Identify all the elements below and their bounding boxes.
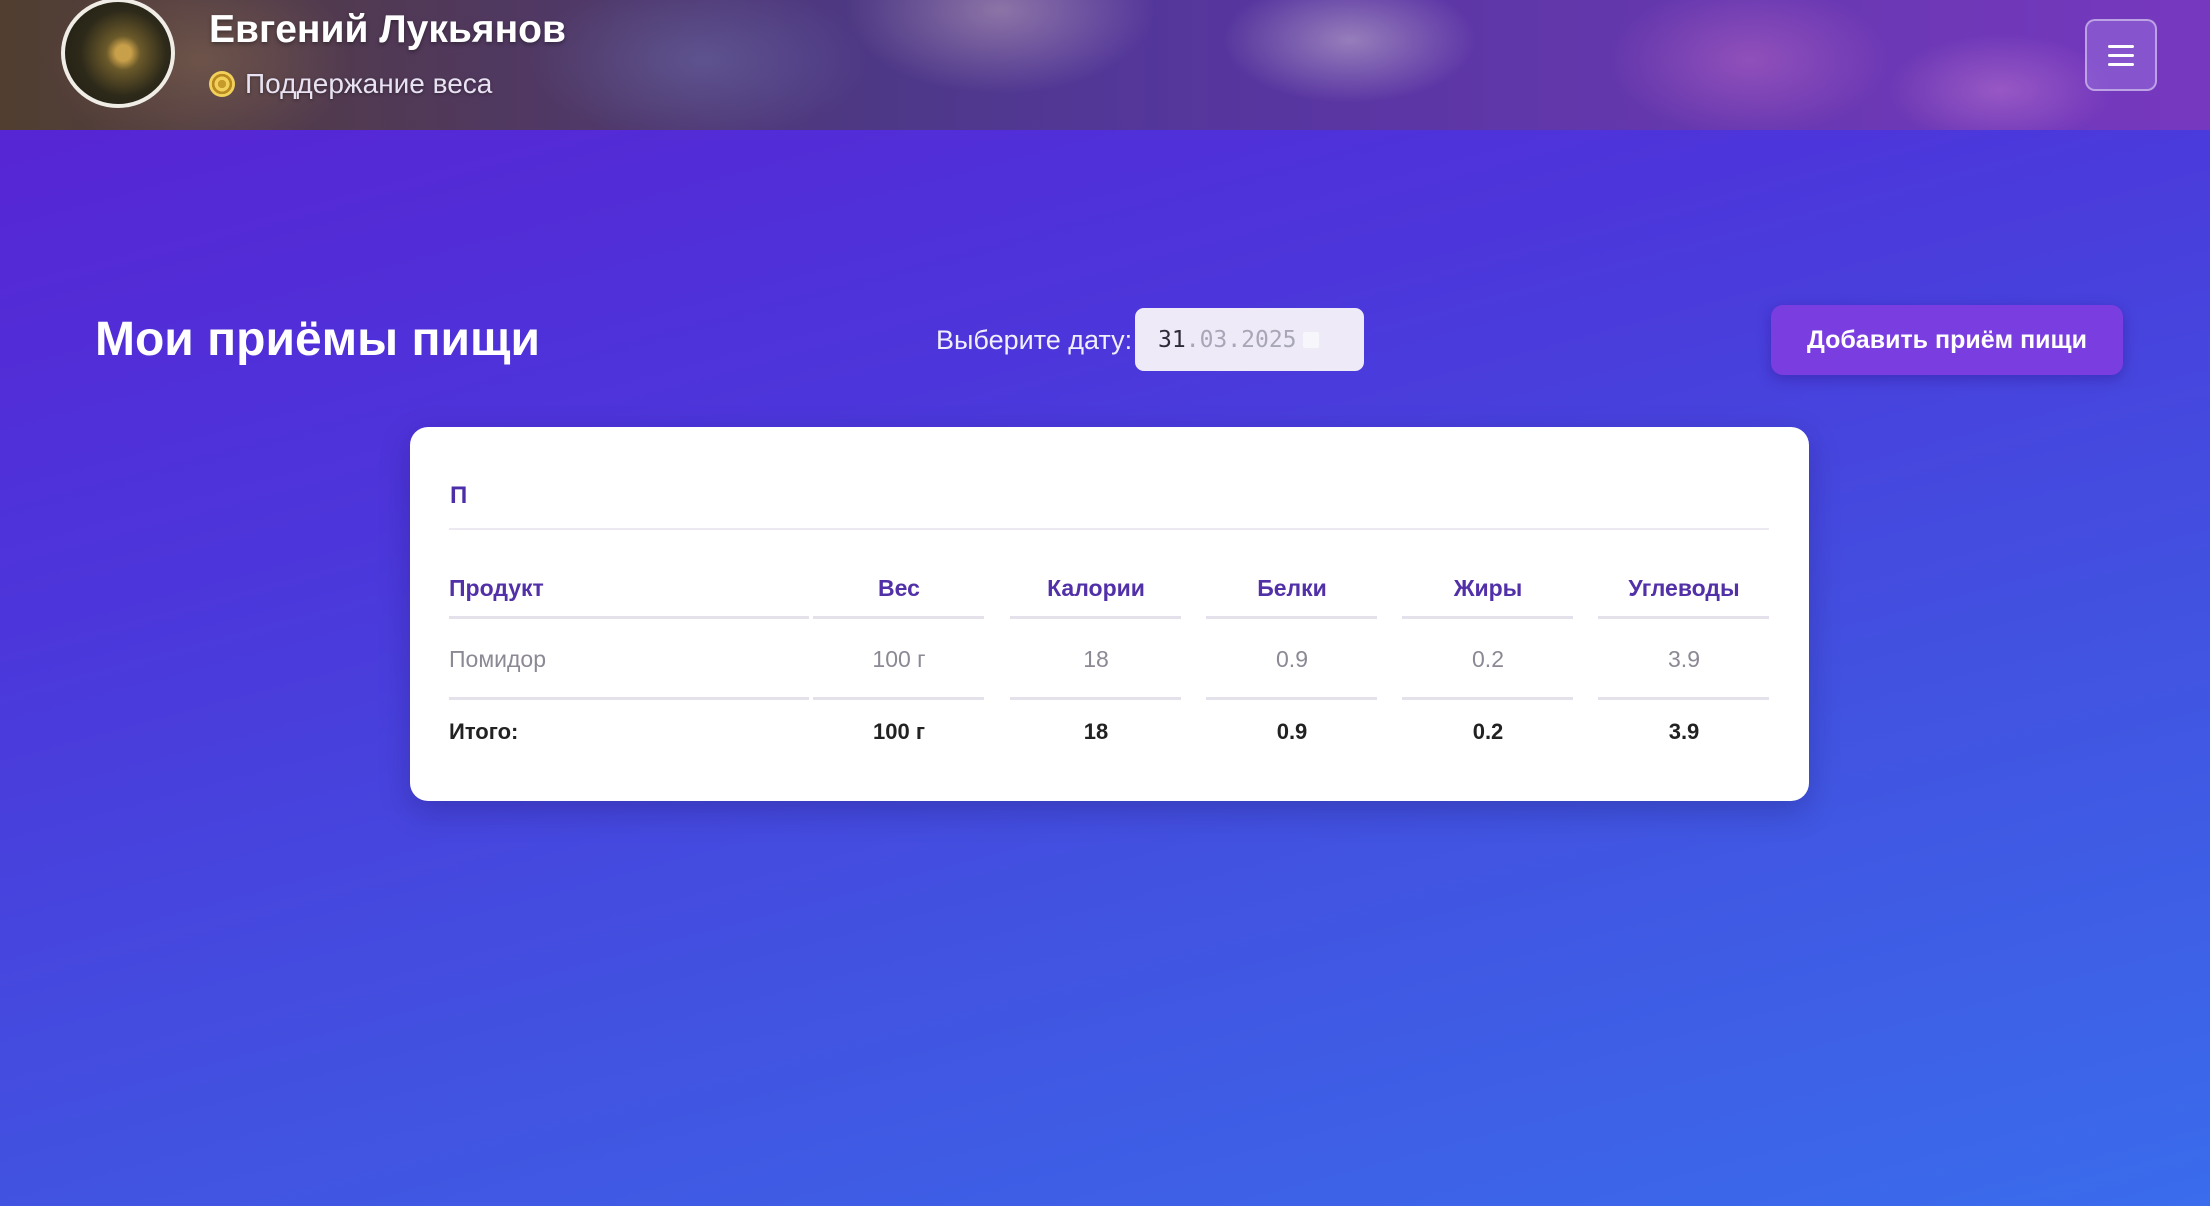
goal-text: Поддержание веса [245, 68, 493, 99]
calendar-icon[interactable] [1302, 331, 1319, 348]
avatar[interactable] [61, 0, 175, 108]
header-rule [449, 616, 809, 619]
column-header-calories: Калории [1047, 575, 1145, 601]
total-protein: 0.9 [1276, 719, 1308, 744]
column-header-fat: Жиры [1453, 575, 1523, 601]
user-name: Евгений Лукьянов [209, 8, 566, 51]
table-cell-protein: 0.9 [1276, 646, 1308, 672]
header-rule [1598, 616, 1769, 619]
meal-name: П [450, 482, 468, 509]
total-weight: 100 г [873, 719, 925, 744]
table-cell-fat: 0.2 [1472, 646, 1504, 672]
meal-card: П Продукт Вес Калории Белки Жиры Углевод… [410, 427, 1809, 801]
column-header-weight: Вес [878, 575, 920, 601]
row-rule [813, 697, 984, 700]
row-rule [449, 697, 809, 700]
table-cell-calories: 18 [1083, 646, 1109, 672]
total-carbs: 3.9 [1668, 719, 1700, 744]
hamburger-icon [2108, 44, 2134, 66]
header-rule [1206, 616, 1377, 619]
header-rule [813, 616, 984, 619]
date-label: Выберите дату: [936, 325, 1133, 355]
row-rule [1402, 697, 1573, 700]
table-cell-carbs: 3.9 [1668, 646, 1700, 672]
date-input[interactable]: 31. 03. 2025 [1135, 308, 1364, 371]
header-rule [1402, 616, 1573, 619]
row-rule [1206, 697, 1377, 700]
total-fat: 0.2 [1472, 719, 1504, 744]
page-title: Мои приёмы пищи [95, 313, 541, 366]
date-year: 2025 [1241, 326, 1297, 353]
date-month: 03 [1199, 326, 1228, 353]
date-day: 31 [1158, 326, 1186, 353]
menu-button[interactable] [2085, 19, 2157, 91]
total-label: Итого: [449, 719, 519, 744]
column-header-carbs: Углеводы [1628, 575, 1740, 601]
target-icon [209, 71, 235, 97]
goal-badge: Поддержание веса [209, 68, 492, 100]
table-cell-product: Помидор [449, 646, 546, 672]
column-header-product: Продукт [449, 575, 544, 601]
table-cell-weight: 100 г [872, 646, 926, 672]
header-rule [1010, 616, 1181, 619]
row-rule [1598, 697, 1769, 700]
total-calories: 18 [1083, 719, 1109, 744]
column-header-protein: Белки [1257, 575, 1327, 601]
add-meal-button[interactable]: Добавить приём пищи [1771, 305, 2123, 375]
divider [449, 528, 1769, 530]
row-rule [1010, 697, 1181, 700]
